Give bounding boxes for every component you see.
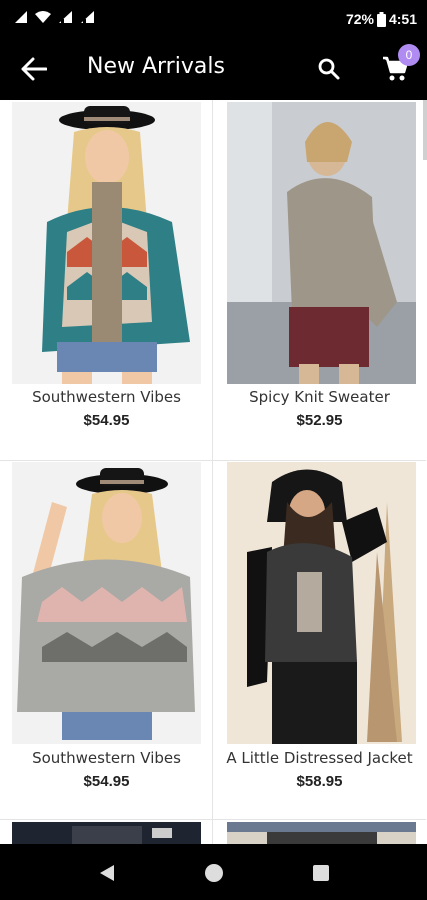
product-card[interactable]: A Little Distressed Jacket $58.95 xyxy=(213,461,426,820)
system-nav-bar xyxy=(0,844,427,900)
product-price: $52.95 xyxy=(296,412,343,429)
back-triangle-icon xyxy=(100,865,114,881)
product-card[interactable]: Southwestern Vibes $54.95 xyxy=(0,461,213,820)
search-icon xyxy=(318,58,340,80)
nav-recents-button[interactable] xyxy=(306,858,336,888)
product-name: Spicy Knit Sweater xyxy=(249,388,390,406)
battery-percent: 72% xyxy=(345,11,374,27)
app-bar: New Arrivals xyxy=(0,38,427,100)
product-image xyxy=(12,462,201,744)
product-image xyxy=(227,462,416,744)
signal-icon xyxy=(81,11,94,23)
scrollbar[interactable] xyxy=(423,100,427,160)
product-name: Southwestern Vibes xyxy=(32,749,181,767)
product-grid: Southwestern Vibes $54.95 Spicy Knit Swe… xyxy=(0,100,427,844)
product-image xyxy=(227,102,416,384)
product-card[interactable]: Spicy Knit Sweater $52.95 xyxy=(213,100,426,461)
clock: 4:51 xyxy=(388,11,417,27)
back-button[interactable] xyxy=(14,52,54,86)
cart-count-badge: 0 xyxy=(398,44,420,66)
product-card[interactable] xyxy=(0,820,213,844)
nav-back-button[interactable] xyxy=(92,858,122,888)
signal-icon xyxy=(59,11,72,23)
product-card[interactable]: Southwestern Vibes $54.95 xyxy=(0,100,213,461)
home-circle-icon xyxy=(205,864,223,882)
arrow-left-icon xyxy=(21,57,47,81)
product-name: Southwestern Vibes xyxy=(32,388,181,406)
product-price: $58.95 xyxy=(296,773,343,790)
product-image xyxy=(12,102,201,384)
status-bar: 72% 4:51 xyxy=(0,0,427,38)
product-price: $54.95 xyxy=(83,773,130,790)
product-card[interactable] xyxy=(213,820,426,844)
wifi-icon xyxy=(35,11,51,23)
status-icons-right: 72% 4:51 xyxy=(346,11,417,27)
recents-square-icon xyxy=(313,865,329,881)
page-title: New Arrivals xyxy=(87,54,225,79)
product-name: A Little Distressed Jacket xyxy=(226,749,413,767)
signal-icon xyxy=(15,11,27,23)
search-button[interactable] xyxy=(312,54,346,84)
nav-home-button[interactable] xyxy=(199,858,229,888)
product-price: $54.95 xyxy=(83,412,130,429)
product-image xyxy=(227,822,416,844)
status-icons-left xyxy=(14,10,96,24)
battery-icon xyxy=(376,11,386,27)
product-image xyxy=(12,822,201,844)
